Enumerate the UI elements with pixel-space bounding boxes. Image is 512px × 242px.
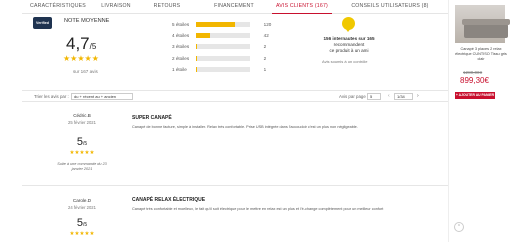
next-page-icon[interactable]: › bbox=[417, 93, 419, 99]
review-score: 5/5 bbox=[57, 136, 107, 148]
average-score: 4,7/5 bbox=[66, 34, 96, 54]
distribution-bar bbox=[196, 33, 250, 39]
distribution-bar bbox=[196, 44, 250, 50]
review-divider bbox=[22, 185, 448, 186]
average-rating-label: NOTE MOYENNE bbox=[64, 18, 110, 24]
tab-conseils-utilisateurs[interactable]: CONSEILS UTILISATEURS (8) bbox=[332, 0, 448, 14]
distribution-label: 2 étoiles bbox=[172, 55, 190, 61]
review-stars: ★★★★★ bbox=[69, 150, 95, 156]
review-date: 25 février 2021 bbox=[68, 120, 96, 125]
tab-financement[interactable]: FINANCEMENT bbox=[196, 0, 272, 14]
review-author: Carole.D bbox=[72, 198, 92, 203]
distribution-count: 2 bbox=[263, 44, 267, 50]
distribution-fill bbox=[196, 33, 210, 39]
distribution-bar bbox=[196, 22, 250, 28]
distribution-row-3[interactable]: 3 étoiles 2 bbox=[172, 41, 272, 52]
review-date: 24 février 2021 bbox=[68, 205, 96, 210]
review-score: 5/5 bbox=[57, 217, 107, 229]
product-image[interactable] bbox=[455, 5, 510, 43]
distribution-fill bbox=[196, 22, 235, 28]
average-score-suffix: /5 bbox=[89, 42, 97, 51]
scroll-to-top-icon[interactable]: ⌃ bbox=[454, 222, 464, 232]
distribution-label: 5 étoiles bbox=[172, 22, 190, 28]
tab-caracteristiques[interactable]: CARACTÉRISTIQUES bbox=[22, 0, 94, 14]
page-select[interactable]: 1/34 bbox=[394, 93, 413, 100]
distribution-fill bbox=[196, 44, 198, 50]
reviews-toolbar: Trier les avis par : du + récent au + an… bbox=[22, 90, 448, 102]
distribution-bar bbox=[196, 55, 250, 61]
verified-reviews-logo: Verified bbox=[33, 17, 52, 29]
tab-livraison[interactable]: LIVRAISON bbox=[94, 0, 138, 14]
review-body: Canapé très confortable et moelleux, le … bbox=[132, 207, 384, 211]
rating-distribution: 5 étoiles 120 4 étoiles 42 3 étoiles 2 2 ét… bbox=[172, 19, 272, 75]
speech-bubble-icon bbox=[342, 17, 355, 32]
recommendation-line3: ce produit à un ami bbox=[329, 48, 369, 54]
distribution-label: 3 étoiles bbox=[172, 44, 190, 50]
distribution-bar bbox=[196, 66, 250, 72]
distribution-count: 1 bbox=[263, 66, 267, 72]
review-author: Cédric.B bbox=[73, 113, 91, 118]
review-score-suffix: /5 bbox=[82, 141, 88, 147]
review-order-note: Suite à une commande du 23 janvier 2021 bbox=[57, 162, 107, 171]
review-control-link[interactable]: Avis soumis à un contrôle bbox=[322, 59, 368, 64]
previous-page-icon[interactable]: ‹ bbox=[388, 93, 390, 99]
review-title: CANAPÉ RELAX ÉLECTRIQUE bbox=[132, 197, 206, 203]
average-stars: ★★★★★ bbox=[63, 54, 99, 63]
tab-bar: CARACTÉRISTIQUES LIVRAISON RETOURS FINAN… bbox=[22, 0, 448, 14]
review-stars: ★★★★★ bbox=[69, 231, 95, 237]
distribution-row-1[interactable]: 1 étoile 1 bbox=[172, 64, 272, 75]
product-new-price: 899,30€ bbox=[460, 76, 489, 85]
distribution-row-5[interactable]: 5 étoiles 120 bbox=[172, 19, 272, 30]
distribution-row-4[interactable]: 4 étoiles 42 bbox=[172, 30, 272, 41]
tab-avis-clients[interactable]: AVIS CLIENTS (167) bbox=[272, 0, 332, 14]
sort-select[interactable]: du + récent au + ancien bbox=[71, 93, 133, 100]
review-score-suffix: /5 bbox=[82, 222, 88, 228]
recommendation-text: 156 internautes sur 165 recommandent ce … bbox=[316, 36, 382, 55]
add-to-cart-button[interactable]: + AJOUTER AU PANIER bbox=[455, 92, 495, 99]
product-old-price: 1280,00€ bbox=[463, 70, 483, 75]
sofa-image-shape bbox=[462, 19, 510, 38]
distribution-count: 42 bbox=[263, 33, 269, 39]
distribution-count: 2 bbox=[263, 55, 267, 61]
distribution-label: 1 étoile bbox=[172, 66, 187, 72]
product-name[interactable]: Canapé 3 places 2 relax électrique CUNTI… bbox=[453, 47, 509, 62]
sort-label: Trier les avis par : bbox=[34, 94, 69, 99]
recommendation-count: 156 internautes sur 165 bbox=[323, 36, 375, 41]
recommendation-line2: recommandent bbox=[333, 42, 365, 48]
tab-retours[interactable]: RETOURS bbox=[138, 0, 196, 14]
distribution-fill bbox=[196, 55, 198, 61]
per-page-select[interactable]: 5 bbox=[367, 93, 381, 100]
per-page-label: Avis par page : bbox=[339, 94, 369, 99]
review-body: Canapé de bonne facture, simple à instal… bbox=[132, 125, 358, 129]
product-card: Canapé 3 places 2 relax électrique CUNTI… bbox=[448, 0, 512, 242]
average-score-value: 4,7 bbox=[66, 34, 90, 53]
distribution-row-2[interactable]: 2 étoiles 2 bbox=[172, 53, 272, 64]
review-count: sur 167 avis bbox=[73, 69, 98, 74]
distribution-count: 120 bbox=[263, 22, 272, 28]
distribution-label: 4 étoiles bbox=[172, 33, 190, 39]
review-title: SUPER CANAPÉ bbox=[132, 115, 172, 121]
